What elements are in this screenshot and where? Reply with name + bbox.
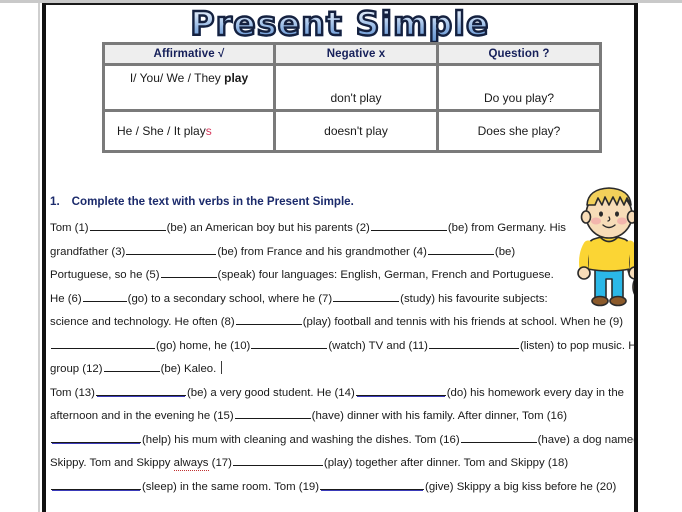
text-line: (help) his mum with cleaning and washing… xyxy=(50,429,634,453)
cell-question-plural: Do you play? xyxy=(439,66,599,109)
text-line: He (6) (go) to a secondary school, where … xyxy=(50,288,630,312)
line-segment: (play) together after dinner. Tom and Sk… xyxy=(323,457,569,469)
column-header-negative: Negative x xyxy=(276,45,436,63)
text-line: (go) home, he (10) (watch) TV and (11) (li… xyxy=(50,335,634,359)
line-segment: (do) his homework every day in the xyxy=(446,386,625,399)
cell-affirmative-singular: He / She / It plays xyxy=(105,112,273,150)
answer-blank-5[interactable] xyxy=(160,266,217,278)
misspelled-word: always xyxy=(173,457,209,471)
answer-blank-3[interactable] xyxy=(126,243,217,255)
answer-blank-11[interactable] xyxy=(428,337,519,349)
line-segment: (go) home, he (10) xyxy=(156,339,251,352)
line-segment: (be) xyxy=(494,245,516,258)
table-header-row: Affirmative √ Negative x Question ? xyxy=(105,45,599,63)
subject-plural-verb: play xyxy=(224,71,249,85)
line-segment: (listen) to pop music. His favourite xyxy=(519,339,634,352)
line-segment: (be) from France and his grandmother (4) xyxy=(217,245,427,258)
worksheet-page: Present Simple Affirmative √ Negative x … xyxy=(0,0,682,512)
page-right-border xyxy=(634,3,638,512)
text-line: group (12) (be) Kaleo. xyxy=(50,358,630,382)
exercise-body: Tom (1) (be) an American boy but his pare… xyxy=(50,217,634,500)
cell-negative-plural: don't play xyxy=(276,66,436,109)
line-segment: grandfather (3) xyxy=(50,245,126,258)
text-line: Portuguese, so he (5) (speak) four langua… xyxy=(50,264,630,288)
line-segment: Portuguese, so he (5) xyxy=(50,269,160,281)
cell-affirmative-plural: I/ You/ We / They play xyxy=(105,66,273,109)
line-segment: (study) his favourite subjects: xyxy=(400,292,548,305)
text-line: grandfather (3) (be) from France and his … xyxy=(50,241,630,265)
answer-blank-8[interactable] xyxy=(235,313,302,325)
boy-figure xyxy=(577,187,634,307)
column-header-question: Question ? xyxy=(439,45,599,63)
text-line: afternoon and in the evening he (15) (hav… xyxy=(50,405,630,429)
line-segment: (have) dinner with his family. After din… xyxy=(311,410,567,422)
exercise-instruction: 1. Complete the text with verbs in the Pr… xyxy=(50,195,610,208)
text-cursor xyxy=(221,361,223,374)
answer-blank-16a[interactable] xyxy=(51,431,141,443)
text-line: Tom (13) (be) a very good student. He (14… xyxy=(50,382,630,406)
line-segment: afternoon and in the evening he (15) xyxy=(50,410,234,422)
conjugation-table: Affirmative √ Negative x Question ? I/ Y… xyxy=(102,42,602,153)
answer-blank-17[interactable] xyxy=(232,454,323,466)
line-segment: (be) a very good student. He (14) xyxy=(186,386,355,399)
line-segment: (have) a dog named xyxy=(537,433,634,446)
line-segment: (watch) TV and (11) xyxy=(328,339,428,352)
subject-singular-text: He / She / It play xyxy=(117,124,206,138)
page-title: Present Simple xyxy=(46,5,634,43)
line-segment: (be) Kaleo. xyxy=(160,363,217,375)
answer-blank-9[interactable] xyxy=(51,337,155,349)
line-segment: (17) xyxy=(208,457,232,469)
cell-negative-singular: doesn't play xyxy=(276,112,436,150)
line-segment: (help) his mum with cleaning and washing… xyxy=(142,433,460,446)
answer-blank-18[interactable] xyxy=(51,478,141,490)
boy-with-dog-illustration xyxy=(570,183,634,311)
page-left-edge-thin xyxy=(38,3,40,512)
line-segment: (play) football and tennis with his frie… xyxy=(302,316,624,328)
text-line: Skippy. Tom and Skippy always (17) (play)… xyxy=(50,452,630,476)
table-row: He / She / It plays doesn't play Does sh… xyxy=(105,112,599,150)
line-segment: Skippy. Tom and Skippy xyxy=(50,457,174,469)
subject-plural-text: I/ You/ We / They xyxy=(129,71,225,85)
answer-blank-1[interactable] xyxy=(89,219,166,231)
subject-singular-suffix: s xyxy=(205,124,212,138)
line-segment: He (6) xyxy=(50,292,82,305)
exercise-number: 1. xyxy=(50,195,60,208)
answer-blank-16b[interactable] xyxy=(460,431,537,443)
line-segment: (speak) four languages: English, German,… xyxy=(217,269,554,281)
column-header-affirmative: Affirmative √ xyxy=(105,45,273,63)
page-content-area: Present Simple Affirmative √ Negative x … xyxy=(46,5,634,512)
line-segment: (sleep) in the same room. Tom (19) xyxy=(142,480,320,493)
answer-blank-13[interactable] xyxy=(95,384,186,396)
table-row: I/ You/ We / They play don't play Do you… xyxy=(105,66,599,109)
line-segment: (go) to a secondary school, where he (7) xyxy=(127,292,333,305)
line-segment: science and technology. He often (8) xyxy=(50,316,235,328)
answer-blank-7[interactable] xyxy=(333,290,400,302)
answer-blank-2[interactable] xyxy=(370,219,447,231)
answer-blank-6[interactable] xyxy=(82,290,127,302)
line-segment: (be) from Germany. His xyxy=(447,222,567,234)
answer-blank-14[interactable] xyxy=(355,384,446,396)
answer-blank-15[interactable] xyxy=(234,407,311,419)
line-segment: Tom (1) xyxy=(50,222,89,234)
line-segment: Tom (13) xyxy=(50,386,95,399)
answer-blank-10[interactable] xyxy=(251,337,328,349)
text-line: science and technology. He often (8) (pla… xyxy=(50,311,630,335)
text-line: (sleep) in the same room. Tom (19) (give)… xyxy=(50,476,630,500)
line-segment: (be) an American boy but his parents (2) xyxy=(166,222,370,234)
exercise-instruction-text: Complete the text with verbs in the Pres… xyxy=(71,195,354,208)
answer-blank-12[interactable] xyxy=(103,360,160,372)
line-segment: (give) Skippy a big kiss before he (20) xyxy=(425,480,617,493)
answer-blank-19[interactable] xyxy=(320,478,425,490)
cell-question-singular: Does she play? xyxy=(439,112,599,150)
line-segment: group (12) xyxy=(50,363,103,375)
text-line: Tom (1) (be) an American boy but his pare… xyxy=(50,217,630,241)
answer-blank-4[interactable] xyxy=(427,243,494,255)
